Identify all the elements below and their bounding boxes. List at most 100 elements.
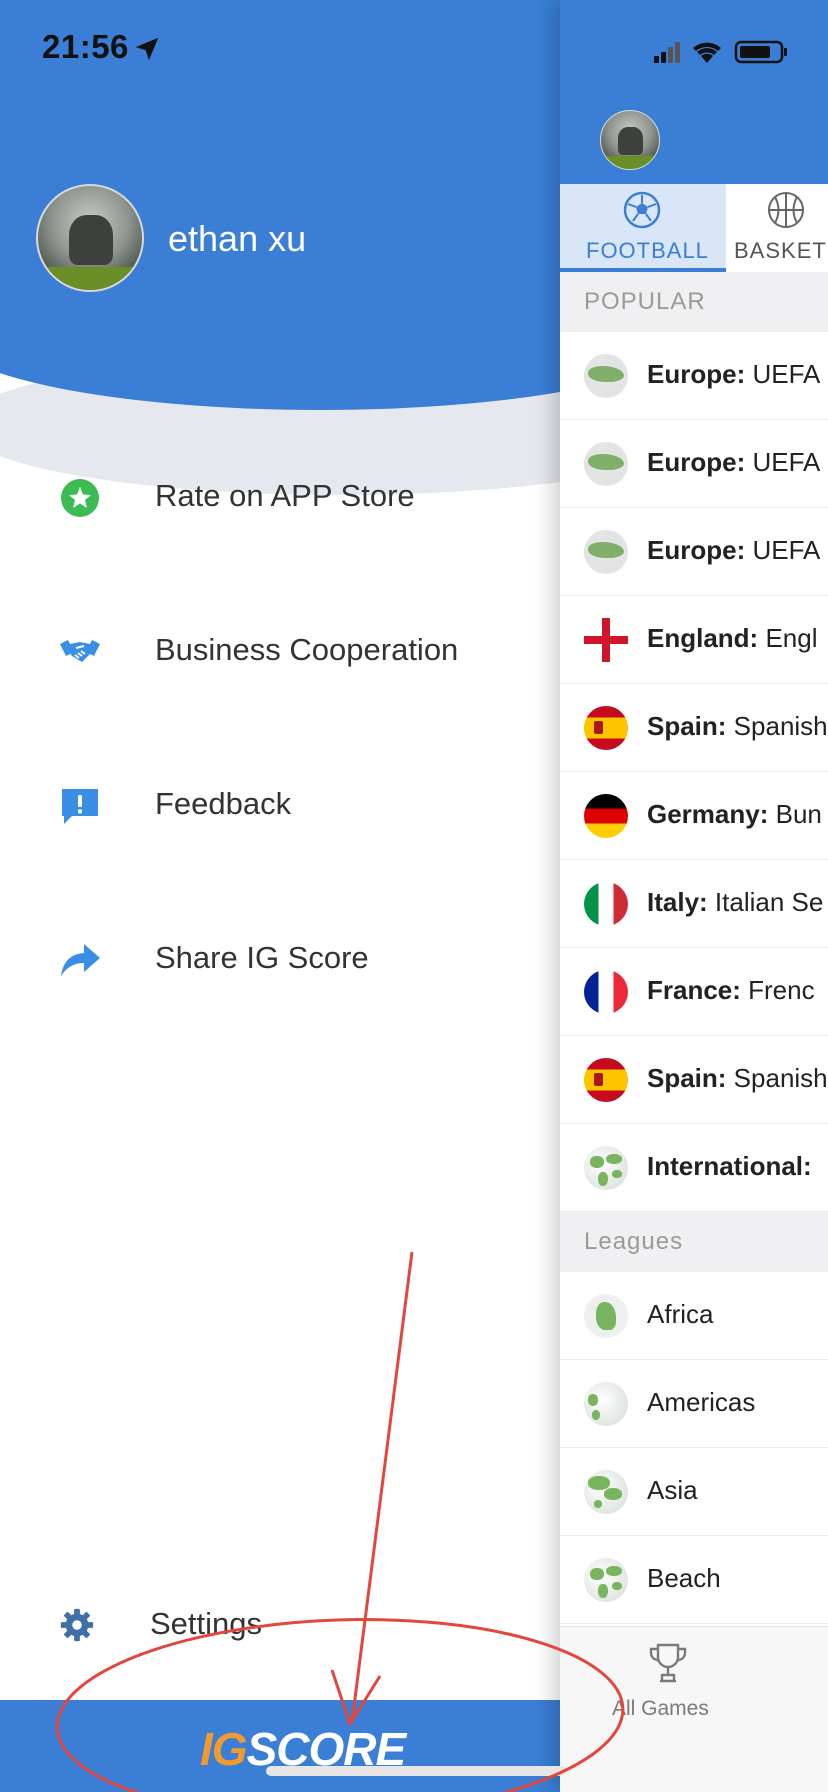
drawer-footer: IGSCORE xyxy=(0,1700,560,1792)
spain-flag-icon xyxy=(584,706,628,750)
row-league: UEFA xyxy=(745,535,821,565)
section-title: POPULAR xyxy=(584,288,706,315)
europe-flag-icon xyxy=(584,354,628,398)
row-text: Europe: UEFA xyxy=(647,535,820,566)
menu-item-rate-app[interactable]: Rate on APP Store xyxy=(0,446,560,546)
league-row[interactable]: Spain: Spanish xyxy=(560,684,828,772)
menu-item-share[interactable]: Share IG Score xyxy=(0,908,560,1008)
row-league: Italian Se xyxy=(707,887,824,917)
league-row[interactable]: Europe: UEFA xyxy=(560,508,828,596)
england-flag-icon xyxy=(584,618,628,662)
menu-label: Rate on APP Store xyxy=(155,478,415,513)
row-text: Americas xyxy=(647,1387,756,1417)
star-badge-icon xyxy=(61,479,99,517)
row-league: Spanish xyxy=(726,711,828,741)
league-row[interactable]: Italy: Italian Se xyxy=(560,860,828,948)
share-arrow-icon xyxy=(61,944,100,976)
row-country: Italy: xyxy=(647,887,708,917)
section-title: Leagues xyxy=(584,1228,684,1255)
row-league: Bun xyxy=(768,799,822,829)
user-avatar[interactable] xyxy=(36,184,144,292)
tab-all-games[interactable]: All Games xyxy=(560,1627,760,1737)
row-league: Spanish xyxy=(726,1063,828,1093)
gear-icon xyxy=(60,1608,94,1642)
menu-item-business-cooperation[interactable]: Business Cooperation xyxy=(0,600,560,700)
tab-label: BASKET xyxy=(734,238,827,263)
row-country: Europe: xyxy=(647,359,746,389)
league-row[interactable]: Spain: Spanish xyxy=(560,1036,828,1124)
tab-basketball[interactable]: BASKET xyxy=(726,184,828,272)
row-country: Europe: xyxy=(647,535,746,565)
row-text: England: Engl xyxy=(647,623,817,654)
row-text: Africa xyxy=(647,1299,714,1329)
league-row[interactable]: Africa xyxy=(560,1272,828,1360)
menu-label: Business Cooperation xyxy=(155,632,459,667)
logo-ig: IG xyxy=(200,1723,248,1775)
row-text: Spain: Spanish xyxy=(647,711,828,742)
league-row[interactable]: France: Frenc xyxy=(560,948,828,1036)
side-drawer: 21:56 ethan xu Rate on APP Store Busines… xyxy=(0,0,560,1792)
row-league: UEFA xyxy=(745,359,821,389)
bottom-tab-bar: All Games xyxy=(560,1626,828,1792)
row-league: UEFA xyxy=(745,447,821,477)
americas-globe-icon xyxy=(584,1382,628,1426)
row-league: Engl xyxy=(758,623,818,653)
header-avatar[interactable] xyxy=(600,110,660,170)
germany-flag-icon xyxy=(584,794,628,838)
row-league: Frenc xyxy=(740,975,815,1005)
menu-label: Settings xyxy=(150,1606,263,1641)
row-country: France: xyxy=(647,975,741,1005)
row-text: Italy: Italian Se xyxy=(647,887,823,918)
row-country: Germany: xyxy=(647,799,769,829)
row-country: Spain: xyxy=(647,1063,727,1093)
row-text: Spain: Spanish xyxy=(647,1063,828,1094)
league-row[interactable]: Europe: UEFA xyxy=(560,420,828,508)
basketball-icon xyxy=(768,192,804,228)
section-header-popular: POPULAR xyxy=(560,272,828,332)
wifi-icon xyxy=(693,42,721,63)
league-row[interactable]: International: xyxy=(560,1124,828,1212)
row-country: International: xyxy=(647,1151,812,1181)
spain-flag-icon xyxy=(584,1058,628,1102)
row-country: England: xyxy=(647,623,759,653)
menu-label: Share IG Score xyxy=(155,940,369,975)
tab-label: FOOTBALL xyxy=(586,238,709,263)
status-time: 21:56 xyxy=(42,28,129,65)
username[interactable]: ethan xu xyxy=(168,218,306,260)
tab-label: All Games xyxy=(612,1697,709,1720)
asia-globe-icon xyxy=(584,1470,628,1514)
sport-tabs: FOOTBALL BASKET xyxy=(560,184,828,272)
france-flag-icon xyxy=(584,970,628,1014)
beach-globe-icon xyxy=(584,1558,628,1602)
league-row[interactable]: England: Engl xyxy=(560,596,828,684)
row-text: Europe: UEFA xyxy=(647,447,820,478)
row-text: Europe: UEFA xyxy=(647,359,820,390)
globe-icon xyxy=(584,1146,628,1190)
football-icon xyxy=(623,191,661,229)
menu-item-settings[interactable]: Settings xyxy=(0,1580,560,1670)
menu-item-feedback[interactable]: Feedback xyxy=(0,754,560,854)
handshake-icon xyxy=(60,640,100,662)
location-arrow-icon xyxy=(135,37,159,61)
league-row[interactable]: Europe: UEFA xyxy=(560,332,828,420)
menu-label: Feedback xyxy=(155,786,292,821)
league-row[interactable]: Asia xyxy=(560,1448,828,1536)
battery-icon xyxy=(734,40,787,64)
tab-football[interactable]: FOOTBALL xyxy=(560,184,726,272)
league-row[interactable]: Beach xyxy=(560,1536,828,1624)
section-header-leagues: Leagues xyxy=(560,1212,828,1272)
league-row[interactable]: Americas xyxy=(560,1360,828,1448)
row-text: Germany: Bun xyxy=(647,799,822,830)
row-country: Spain: xyxy=(647,711,727,741)
row-text: Asia xyxy=(647,1475,698,1505)
row-text: Beach xyxy=(647,1563,721,1593)
europe-flag-icon xyxy=(584,530,628,574)
italy-flag-icon xyxy=(584,882,628,926)
europe-flag-icon xyxy=(584,442,628,486)
africa-globe-icon xyxy=(584,1294,628,1338)
home-indicator[interactable] xyxy=(266,1766,566,1776)
row-country: Europe: xyxy=(647,447,746,477)
league-row[interactable]: Germany: Bun xyxy=(560,772,828,860)
main-header xyxy=(560,0,828,184)
row-text: International: xyxy=(647,1151,812,1182)
